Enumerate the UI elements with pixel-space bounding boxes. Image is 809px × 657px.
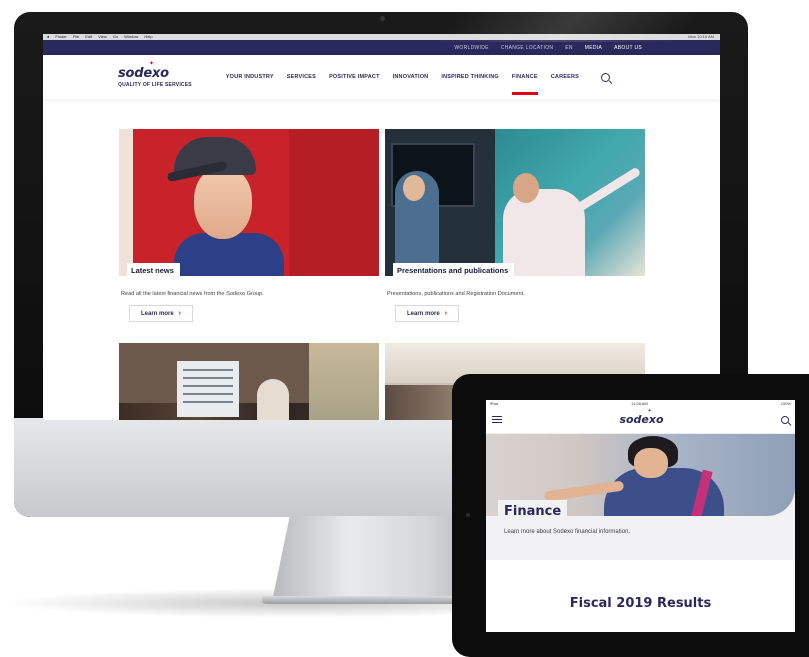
logo-tagline: QUALITY OF LIFE SERVICES — [118, 82, 192, 88]
nav-item-innovation[interactable]: INNOVATION — [393, 74, 429, 80]
status-time: 11:28 AM — [631, 400, 648, 406]
sodexo-logo[interactable]: sodexo ✦ QUALITY OF LIFE SERVICES — [118, 60, 192, 88]
card-title: Presentations and publications — [393, 263, 515, 276]
hero-title-box: Finance — [498, 500, 568, 521]
nav-item-finance[interactable]: FINANCE — [511, 74, 538, 95]
nav-items: YOUR INDUSTRY SERVICES POSITIVE IMPACT I… — [226, 74, 579, 95]
device-mockup-stage: ● Finder File Edit View Go Window Help M… — [0, 0, 809, 657]
camera-icon — [380, 16, 385, 21]
about-us-link[interactable]: ABOUT US — [614, 45, 642, 51]
sodexo-logo[interactable]: sodexo ✦ — [619, 408, 664, 426]
card-image-row2-left — [119, 343, 379, 420]
status-device: iPad — [490, 400, 499, 406]
card-description: Read all the latest financial news from … — [121, 291, 264, 297]
logo-wordmark: sodexo — [118, 66, 169, 81]
menubar-item-view[interactable]: View — [98, 34, 107, 40]
card-image[interactable]: Latest news — [119, 129, 379, 276]
menubar-item-edit[interactable]: Edit — [85, 34, 92, 40]
status-battery: 100% — [780, 400, 791, 406]
star-icon: ✦ — [647, 408, 652, 414]
star-icon: ✦ — [149, 60, 154, 67]
menubar-item-help[interactable]: Help — [144, 34, 152, 40]
menubar-item-window[interactable]: Window — [124, 34, 138, 40]
card-image[interactable] — [119, 343, 379, 420]
search-icon[interactable] — [601, 72, 611, 82]
card-description: Presentations, publications and Registra… — [387, 291, 525, 297]
media-link[interactable]: MEDIA — [585, 45, 602, 51]
card-title: Latest news — [127, 263, 180, 276]
finance-hero: Finance Learn more about Sodexo financia… — [486, 434, 795, 560]
change-location-link[interactable]: CHANGE LOCATION — [501, 45, 553, 51]
nav-item-positive-impact[interactable]: POSITIVE IMPACT — [329, 74, 380, 80]
chevron-right-icon: › — [444, 310, 448, 317]
language-selector[interactable]: EN — [565, 45, 573, 51]
utility-bar: WORLDWIDE CHANGE LOCATION EN MEDIA ABOUT… — [43, 40, 720, 55]
menubar-item-go[interactable]: Go — [113, 34, 118, 40]
nav-item-services[interactable]: SERVICES — [287, 74, 316, 80]
search-icon[interactable] — [781, 415, 789, 424]
card-image[interactable]: Presentations and publications — [385, 129, 645, 276]
chevron-right-icon: › — [178, 310, 182, 317]
learn-more-button[interactable]: Learn more › — [129, 305, 193, 322]
card-latest-news: Latest news Read all the latest financia… — [119, 129, 379, 322]
apple-icon[interactable]: ● — [47, 34, 49, 40]
learn-more-button[interactable]: Learn more › — [395, 305, 459, 322]
card-presentations: Presentations and publications Presentat… — [385, 129, 645, 322]
hero-subtitle: Learn more about Sodexo financial inform… — [504, 529, 631, 535]
menu-icon[interactable] — [492, 416, 502, 423]
desktop-screen: ● Finder File Edit View Go Window Help M… — [43, 34, 720, 420]
button-label: Learn more — [406, 310, 440, 317]
main-navigation: sodexo ✦ QUALITY OF LIFE SERVICES YOUR IN… — [43, 55, 720, 99]
tablet-screen: iPad 11:28 AM 100% sodexo ✦ Finance Learn… — [486, 400, 795, 632]
screen-glare — [437, 12, 759, 42]
worldwide-link[interactable]: WORLDWIDE — [454, 45, 488, 51]
logo-wordmark: sodexo — [619, 413, 664, 426]
section-title: Fiscal 2019 Results — [569, 596, 712, 611]
mobile-header: sodexo ✦ — [486, 406, 795, 434]
menubar-item-file[interactable]: File — [73, 34, 79, 40]
nav-item-careers[interactable]: CAREERS — [551, 74, 579, 80]
nav-item-inspired-thinking[interactable]: INSPIRED THINKING — [441, 74, 499, 80]
camera-icon — [466, 513, 470, 517]
menubar-item-finder[interactable]: Finder — [55, 34, 66, 40]
page-title: Finance — [504, 504, 562, 519]
nav-item-your-industry[interactable]: YOUR INDUSTRY — [226, 74, 274, 80]
button-label: Learn more — [140, 310, 174, 317]
